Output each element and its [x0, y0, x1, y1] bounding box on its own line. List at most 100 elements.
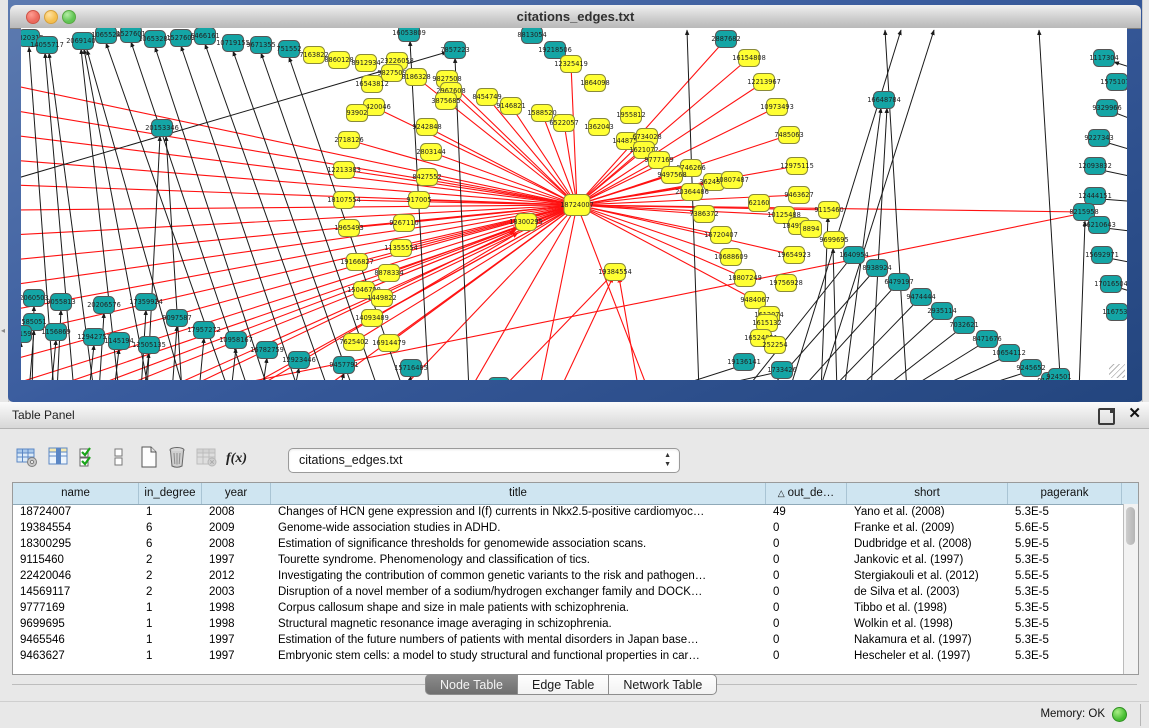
graph-node[interactable]: 1145194 — [104, 333, 133, 350]
graph-node[interactable]: 2803144 — [416, 144, 445, 161]
column-header-short[interactable]: short — [847, 483, 1008, 504]
column-header-title[interactable]: title — [271, 483, 766, 504]
row-height-icon[interactable] — [106, 444, 132, 470]
column-header-in_degree[interactable]: in_degree — [139, 483, 202, 504]
graph-node[interactable]: 7625402 — [339, 334, 368, 351]
panel-collapse-arrow[interactable]: ◂ — [1, 326, 5, 335]
window-titlebar[interactable]: citations_edges.txt — [10, 5, 1141, 29]
graph-node[interactable]: 1733426 — [767, 362, 796, 379]
graph-node[interactable]: 19136141 — [727, 354, 761, 371]
column-header-out_de[interactable]: △out_de… — [766, 483, 847, 504]
graph-node[interactable]: 1167534 — [1102, 304, 1127, 321]
graph-node[interactable]: 2935114 — [927, 303, 956, 320]
network-table-selector[interactable]: citations_edges.txt ▲▼ — [288, 448, 680, 473]
graph-node[interactable]: 62160 — [749, 195, 770, 212]
delete-columns-icon[interactable] — [164, 444, 190, 470]
table-row[interactable]: 1830029562008Estimation of significance … — [13, 536, 1124, 552]
table-row[interactable]: 946554611997Estimation of the future num… — [13, 632, 1124, 648]
table-row[interactable]: 1872400712008Changes of HCN gene express… — [13, 504, 1124, 520]
graph-node[interactable]: 3875685 — [431, 93, 460, 110]
table-row[interactable]: 911546021997Tourette syndrome. Phenomeno… — [13, 552, 1124, 568]
graph-node[interactable]: 7386372 — [689, 206, 718, 223]
graph-node[interactable]: 8878334 — [374, 265, 403, 282]
graph-node[interactable]: 9463627 — [784, 187, 813, 204]
tab-node-table[interactable]: Node Table — [425, 674, 518, 695]
select-rows-icon[interactable] — [76, 444, 102, 470]
graph-node[interactable]: 18107554 — [327, 192, 361, 209]
graph-node[interactable]: 15716485 — [394, 360, 428, 377]
graph-node[interactable]: 6522057 — [549, 115, 578, 132]
graph-node[interactable]: 1864098 — [580, 75, 609, 92]
graph-node[interactable]: 10688609 — [714, 249, 748, 266]
graph-node[interactable]: 8427552 — [412, 169, 441, 186]
graph-node[interactable] — [489, 378, 510, 381]
graph-node[interactable]: 1117304 — [1089, 50, 1118, 67]
graph-node[interactable]: 9329966 — [1092, 100, 1121, 117]
graph-node[interactable]: 8894 — [801, 221, 822, 238]
graph-node[interactable]: 917005 — [406, 192, 431, 209]
tab-edge-table[interactable]: Edge Table — [518, 674, 609, 695]
graph-node[interactable]: 9474444 — [906, 289, 935, 306]
resize-grip[interactable] — [1109, 364, 1125, 378]
table-settings-icon[interactable] — [14, 444, 40, 470]
graph-node[interactable]: 15751074 — [1100, 74, 1127, 91]
graph-node[interactable]: 16648784 — [867, 92, 901, 109]
graph-node[interactable]: 9146821 — [496, 98, 525, 115]
graph-node[interactable]: 252254 — [762, 337, 787, 354]
graph-node[interactable]: 9457791 — [329, 357, 358, 374]
graph-node[interactable]: 16914479 — [372, 335, 406, 352]
graph-node[interactable]: 9115460 — [814, 202, 843, 219]
graph-node[interactable]: 93902 — [347, 105, 368, 122]
scrollbar-thumb[interactable] — [1126, 507, 1135, 545]
graph-node[interactable]: 1640954 — [839, 247, 868, 264]
graph-node[interactable]: 1955812 — [616, 107, 645, 124]
graph-node[interactable]: 12093832 — [1078, 158, 1112, 175]
graph-node[interactable]: 8186328 — [401, 69, 430, 86]
graph-node[interactable]: 10654112 — [992, 345, 1026, 362]
table-row[interactable]: 977716911998Corpus callosum shape and si… — [13, 600, 1124, 616]
graph-node[interactable]: 2718126 — [334, 132, 363, 149]
graph-node[interactable]: 7485063 — [774, 127, 803, 144]
graph-node[interactable]: 19654923 — [777, 247, 811, 264]
table-row[interactable]: 969969511998Structural magnetic resonanc… — [13, 616, 1124, 632]
close-panel-icon[interactable]: ✕ — [1128, 405, 1141, 423]
table-row[interactable]: 2242004622012Investigating the contribut… — [13, 568, 1124, 584]
graph-node[interactable]: 17359924 — [129, 294, 163, 311]
graph-node[interactable]: 19384554 — [598, 264, 632, 281]
graph-node[interactable]: 19756928 — [769, 275, 803, 292]
create-column-icon[interactable] — [136, 444, 162, 470]
graph-node[interactable]: 924501 — [1046, 369, 1071, 381]
graph-node[interactable]: 2887682 — [711, 31, 740, 48]
graph-node[interactable]: 8471676 — [972, 331, 1001, 348]
table-row[interactable]: 946362711997Embryonic stem cells: a mode… — [13, 648, 1124, 664]
graph-node[interactable]: 10719155 — [216, 35, 250, 52]
graph-node[interactable]: 17016504 — [1094, 276, 1127, 293]
graph-node[interactable]: 9777169 — [644, 152, 673, 169]
graph-node[interactable]: 1449822 — [367, 290, 396, 307]
graph-node[interactable]: 1965493 — [334, 220, 363, 237]
show-columns-icon[interactable] — [46, 444, 72, 470]
graph-node[interactable]: 16053809 — [392, 28, 426, 42]
graph-node[interactable]: 8860128 — [324, 52, 353, 69]
graph-node[interactable]: 9267110 — [389, 215, 418, 232]
graph-node[interactable]: 9227343 — [1084, 130, 1113, 147]
graph-node[interactable]: 751552 — [276, 41, 301, 58]
column-header-year[interactable]: year — [202, 483, 271, 504]
column-header-pagerank[interactable]: pagerank — [1008, 483, 1122, 504]
table-scrollbar[interactable] — [1123, 504, 1138, 674]
graph-node[interactable]: 9671355 — [246, 37, 275, 54]
graph-node[interactable]: 16154808 — [732, 50, 766, 67]
graph-node[interactable]: 7857223 — [440, 42, 469, 59]
graph-node[interactable]: 6479197 — [884, 274, 913, 291]
table-row[interactable]: 1938455462009Genome-wide association stu… — [13, 520, 1124, 536]
column-header-name[interactable]: name — [13, 483, 139, 504]
graph-node[interactable]: 39159 — [21, 326, 32, 343]
graph-node[interactable]: 9242848 — [412, 119, 441, 136]
graph-node[interactable]: 8938924 — [862, 260, 891, 277]
graph-node[interactable]: 1615132 — [752, 315, 781, 332]
graph-node[interactable]: 12444151 — [1078, 188, 1112, 205]
graph-node[interactable]: 12923446 — [282, 352, 316, 369]
tab-network-table[interactable]: Network Table — [609, 674, 717, 695]
graph-node[interactable]: 9497568 — [657, 167, 686, 184]
graph-node[interactable]: 9484067 — [740, 292, 769, 309]
